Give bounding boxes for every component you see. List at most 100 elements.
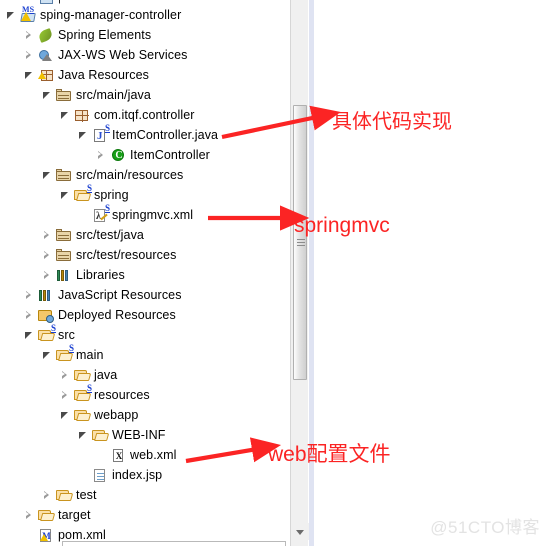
tree-row[interactable]: src/test/java bbox=[0, 225, 290, 245]
tree-row-label: target bbox=[58, 508, 91, 522]
libraries-icon bbox=[56, 267, 72, 283]
maven-spring-project-icon: MS bbox=[20, 6, 36, 23]
java-resources-icon bbox=[38, 67, 54, 83]
twisty-collapsed-icon[interactable] bbox=[24, 290, 35, 301]
package-icon bbox=[74, 107, 90, 123]
open-folder-icon bbox=[92, 427, 110, 443]
tree-row-label: src bbox=[58, 328, 75, 342]
tree-row[interactable]: java bbox=[0, 365, 290, 385]
twisty-expanded-icon[interactable] bbox=[60, 190, 71, 201]
twisty-collapsed-icon[interactable] bbox=[42, 490, 53, 501]
tree-row[interactable]: src/test/resources bbox=[0, 245, 290, 265]
twisty-collapsed-icon[interactable] bbox=[24, 50, 35, 61]
tree-row[interactable]: Java Resources bbox=[0, 65, 290, 85]
tree-row[interactable]: webapp bbox=[0, 405, 290, 425]
twisty-expanded-icon[interactable] bbox=[24, 70, 35, 81]
tree-row[interactable]: Libraries bbox=[0, 265, 290, 285]
tree-row[interactable]: src/main/java bbox=[0, 85, 290, 105]
java-class-icon: C bbox=[110, 147, 126, 163]
tree-row-label: resources bbox=[94, 388, 150, 402]
twisty-placeholder bbox=[78, 210, 89, 221]
tree-row[interactable]: src/main/resources bbox=[0, 165, 290, 185]
tree-row-label: src/test/java bbox=[76, 228, 144, 242]
tree-row-label: webapp bbox=[94, 408, 139, 422]
tree-row[interactable]: JavaScript Resources bbox=[0, 285, 290, 305]
twisty-expanded-icon[interactable] bbox=[60, 110, 71, 121]
tree-row[interactable]: Sresources bbox=[0, 384, 290, 405]
tree-row[interactable]: C ItemController bbox=[0, 145, 290, 165]
twisty-expanded-icon[interactable] bbox=[6, 10, 17, 21]
tree-row-label: test bbox=[76, 488, 97, 502]
tree-row-label: java bbox=[94, 368, 118, 382]
deployed-resources-icon bbox=[38, 307, 54, 323]
twisty-collapsed-icon[interactable] bbox=[24, 310, 35, 321]
source-folder-icon bbox=[56, 87, 72, 103]
twisty-placeholder bbox=[96, 450, 107, 461]
twisty-expanded-icon[interactable] bbox=[78, 130, 89, 141]
tree-row[interactable]: WEB-INF bbox=[0, 425, 290, 445]
tree-row[interactable]: λ Sspringmvc.xml bbox=[0, 204, 290, 225]
tree-row-label: main bbox=[76, 348, 104, 362]
open-folder-icon bbox=[74, 367, 92, 383]
twisty-collapsed-icon[interactable] bbox=[24, 30, 35, 41]
scrollbar-thumb[interactable] bbox=[293, 105, 307, 380]
annotation-label-code-implementation: 具体代码实现 bbox=[332, 111, 452, 133]
tree-row-label: JavaScript Resources bbox=[58, 288, 182, 302]
spring-folder-icon: S bbox=[74, 184, 92, 203]
twisty-collapsed-icon[interactable] bbox=[60, 370, 71, 381]
tree-row-label: ItemController bbox=[130, 148, 210, 162]
tree-row-label: com.itqf.controller bbox=[94, 108, 195, 122]
tree-row[interactable]: MS sping-manager-controller bbox=[0, 5, 290, 25]
jsp-file-icon bbox=[92, 467, 108, 483]
twisty-collapsed-icon[interactable] bbox=[42, 230, 53, 241]
tree-row-label: Spring Elements bbox=[58, 28, 152, 42]
tree-row-label: Java Resources bbox=[58, 68, 150, 82]
tree-row[interactable]: Smain bbox=[0, 344, 290, 365]
bottom-partial-widget bbox=[62, 541, 286, 546]
twisty-collapsed-icon[interactable] bbox=[42, 270, 53, 281]
twisty-collapsed-icon[interactable] bbox=[96, 150, 107, 161]
tree-row[interactable]: Sspring bbox=[0, 184, 290, 205]
twisty-expanded-icon[interactable] bbox=[24, 330, 35, 341]
tree-row[interactable]: Xweb.xml bbox=[0, 445, 290, 465]
xml-file-icon: X bbox=[110, 447, 126, 463]
open-folder-icon bbox=[74, 407, 92, 423]
tree-row[interactable]: J S ItemController.java bbox=[0, 124, 290, 145]
tree-row-label: sping-manager-controller bbox=[40, 8, 182, 22]
maven-pom-icon: M bbox=[38, 527, 54, 543]
java-file-icon: JS bbox=[92, 124, 110, 143]
tree-row[interactable]: com.itqf.controller bbox=[0, 105, 290, 125]
scrollbar-down-arrow-icon[interactable] bbox=[291, 523, 309, 540]
source-folder-icon bbox=[56, 167, 72, 183]
open-folder-icon bbox=[38, 507, 56, 523]
tree-row-label: ItemController.java bbox=[112, 128, 219, 142]
scrollbar-grip-icon bbox=[297, 238, 305, 247]
tree-row[interactable]: JAX-WS Web Services bbox=[0, 45, 290, 65]
twisty-expanded-icon[interactable] bbox=[42, 90, 53, 101]
spring-folder-icon: S bbox=[56, 344, 74, 363]
twisty-collapsed-icon[interactable] bbox=[42, 250, 53, 261]
tree-row[interactable]: index.jsp bbox=[0, 465, 290, 485]
screenshot-root: | MSsping-manager-controllerSpring Eleme… bbox=[0, 0, 548, 546]
twisty-expanded-icon[interactable] bbox=[42, 350, 53, 361]
twisty-expanded-icon[interactable] bbox=[78, 430, 89, 441]
twisty-placeholder bbox=[24, 530, 35, 541]
annotation-label-springmvc: springmvc bbox=[294, 214, 390, 237]
watermark: @51CTO博客 bbox=[430, 518, 540, 537]
tree-row[interactable]: Ssrc bbox=[0, 324, 290, 345]
spring-leaf-icon bbox=[37, 27, 54, 43]
package-explorer-tree[interactable]: | MSsping-manager-controllerSpring Eleme… bbox=[0, 0, 290, 546]
twisty-expanded-icon[interactable] bbox=[42, 170, 53, 181]
tree-row[interactable]: target bbox=[0, 505, 290, 525]
tree-row[interactable]: Deployed Resources bbox=[0, 305, 290, 325]
tree-row-label: JAX-WS Web Services bbox=[58, 48, 188, 62]
tree-row[interactable]: test bbox=[0, 485, 290, 505]
tree-row[interactable]: Spring Elements bbox=[0, 25, 290, 45]
twisty-collapsed-icon[interactable] bbox=[24, 510, 35, 521]
cut-off-tree-row: | bbox=[32, 0, 172, 4]
source-folder-icon bbox=[56, 247, 72, 263]
twisty-collapsed-icon[interactable] bbox=[60, 390, 71, 401]
source-folder-icon bbox=[56, 227, 72, 243]
tree-row-label: springmvc.xml bbox=[112, 208, 194, 222]
twisty-expanded-icon[interactable] bbox=[60, 410, 71, 421]
